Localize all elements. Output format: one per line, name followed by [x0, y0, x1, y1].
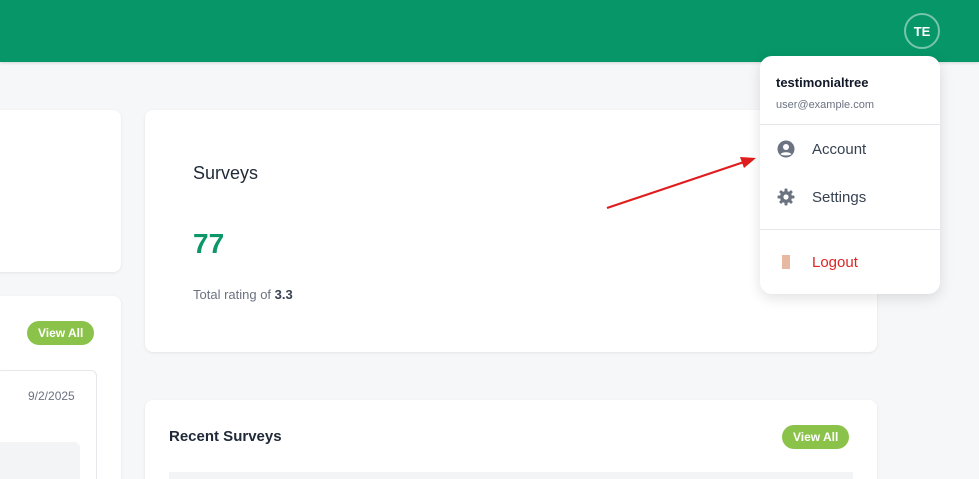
list-item-preview	[0, 442, 80, 479]
menu-item-logout[interactable]: Logout	[760, 242, 940, 282]
menu-item-label: Logout	[812, 253, 858, 271]
user-dropdown-menu: testimonialtree user@example.com Account	[760, 56, 940, 294]
menu-divider	[760, 229, 940, 230]
left-view-all-button[interactable]: View All	[27, 321, 95, 345]
left-stat-card	[0, 110, 121, 272]
list-item-date: 9/2/2025	[28, 389, 75, 403]
total-rating-text: Total rating of 3.3	[193, 287, 293, 302]
menu-item-settings[interactable]: Settings	[760, 177, 940, 217]
surveys-card-title: Surveys	[193, 163, 259, 183]
total-rating-label: Total rating of	[193, 287, 272, 302]
top-bar: TE	[0, 0, 979, 62]
user-avatar-button[interactable]: TE	[904, 13, 940, 49]
menu-username: testimonialtree	[776, 75, 869, 90]
user-circle-icon	[776, 139, 796, 159]
menu-email: user@example.com	[776, 99, 874, 111]
total-rating-value: 3.3	[274, 287, 293, 302]
recent-surveys-table-header	[169, 472, 853, 479]
menu-divider	[760, 124, 940, 125]
logout-icon	[776, 252, 796, 272]
recent-surveys-view-all-button[interactable]: View All	[782, 425, 850, 449]
menu-item-label: Settings	[812, 188, 867, 206]
surveys-count: 77	[193, 228, 225, 259]
menu-item-label: Account	[812, 140, 867, 158]
menu-item-account[interactable]: Account	[760, 129, 940, 169]
recent-surveys-title: Recent Surveys	[169, 428, 282, 445]
gear-icon	[776, 187, 796, 207]
